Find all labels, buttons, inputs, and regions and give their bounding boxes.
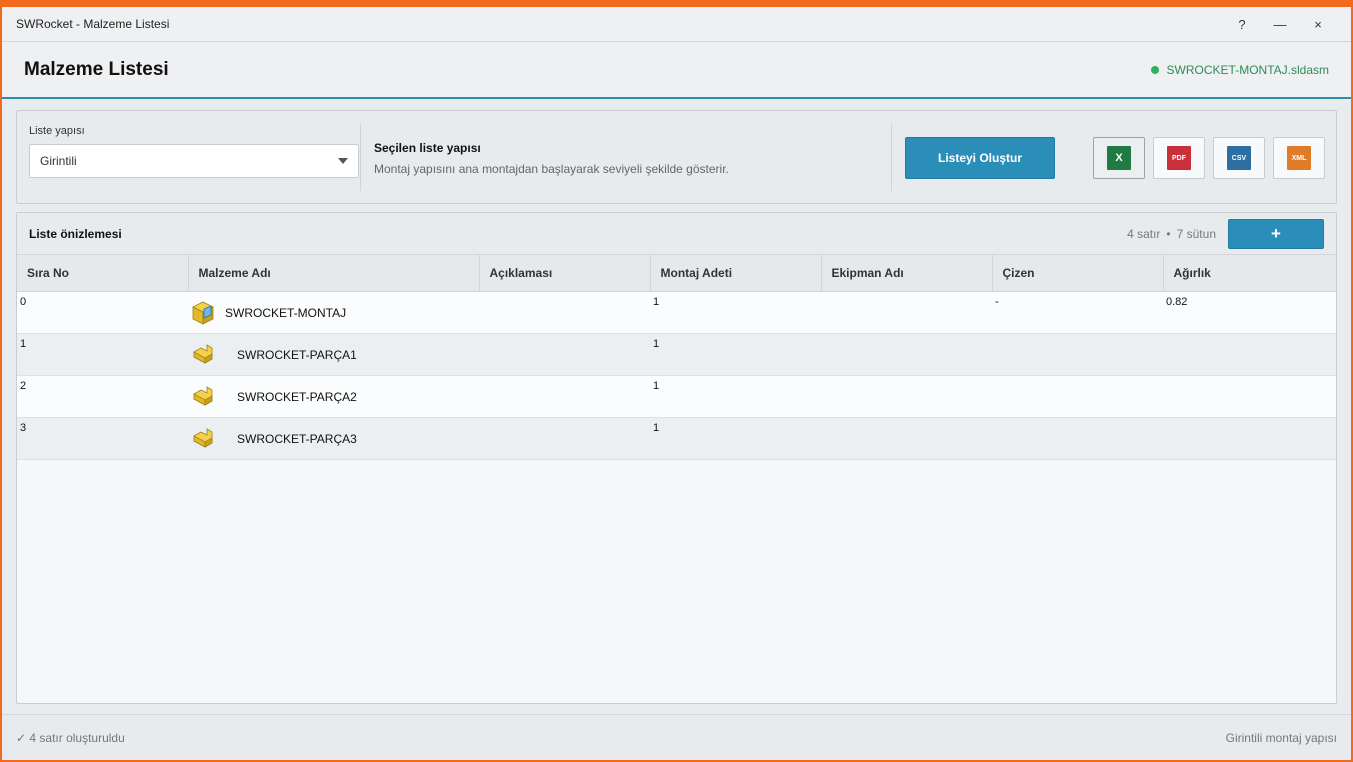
status-bar: ✓ 4 satır oluşturuldu Girintili montaj y…: [2, 714, 1351, 760]
pdf-icon: PDF: [1167, 146, 1191, 170]
table-row[interactable]: 3 SWROCKET-PARÇA3 1: [17, 417, 1336, 460]
csv-icon: CSV: [1227, 146, 1251, 170]
cell-no: 0: [17, 291, 188, 334]
part-icon: [193, 427, 213, 448]
name-cell: SWROCKET-PARÇA1: [191, 338, 476, 368]
cell-qty: 1: [650, 375, 821, 418]
bom-table: Sıra No Malzeme Adı Açıklaması Montaj Ad…: [17, 255, 1336, 460]
cell-equip: [821, 375, 992, 418]
help-button[interactable]: ?: [1223, 17, 1261, 32]
cell-weight: [1163, 333, 1336, 376]
cell-desc: [479, 333, 650, 376]
name-cell: SWROCKET-MONTAJ: [191, 296, 476, 326]
column-header-weight[interactable]: Ağırlık: [1163, 255, 1336, 292]
selected-structure-description: Montaj yapısını ana montajdan başlayarak…: [374, 162, 729, 176]
app-window: SWRocket - Malzeme Listesi ? — × Malzeme…: [0, 0, 1353, 762]
column-count: 7 sütun: [1176, 226, 1216, 241]
cell-name: SWROCKET-MONTAJ: [188, 291, 479, 334]
column-header-desc[interactable]: Açıklaması: [479, 255, 651, 292]
part-icon: [193, 343, 213, 364]
structure-select[interactable]: Girintili: [29, 144, 359, 178]
structure-select-value: Girintili: [40, 154, 77, 168]
table-row[interactable]: 1 SWROCKET-PARÇA1 1: [17, 333, 1336, 376]
cell-drawn: -: [992, 291, 1163, 334]
cell-weight: [1163, 417, 1336, 460]
cell-name: SWROCKET-PARÇA2: [188, 375, 479, 418]
preview-header: Liste önizlemesi 4 satır • 7 sütun +: [17, 213, 1336, 255]
cell-desc: [479, 291, 650, 334]
material-name: SWROCKET-MONTAJ: [225, 305, 347, 320]
part-icon: [193, 385, 213, 406]
structure-label: Liste yapısı: [29, 125, 85, 137]
active-file-name: SWROCKET-MONTAJ.sldasm: [1166, 62, 1329, 77]
material-name: SWROCKET-PARÇA2: [237, 389, 357, 404]
name-cell: SWROCKET-PARÇA3: [191, 422, 476, 452]
export-xml-button[interactable]: XML: [1273, 137, 1325, 179]
column-header-name[interactable]: Malzeme Adı: [188, 255, 480, 292]
table-header-row: Sıra No Malzeme Adı Açıklaması Montaj Ad…: [17, 255, 1336, 292]
add-row-button[interactable]: +: [1228, 218, 1324, 249]
preview-counts: 4 satır • 7 sütun: [1127, 227, 1216, 241]
material-name: SWROCKET-PARÇA1: [237, 347, 357, 362]
cell-equip: [821, 417, 992, 460]
status-message: ✓ 4 satır oluşturuldu: [16, 730, 125, 745]
selected-structure-title: Seçilen liste yapısı: [374, 141, 481, 155]
column-header-qty[interactable]: Montaj Adeti: [650, 255, 822, 292]
cell-qty: 1: [650, 333, 821, 376]
excel-icon: X: [1107, 146, 1131, 170]
export-excel-button[interactable]: X: [1093, 137, 1145, 179]
table-row[interactable]: 2 SWROCKET-PARÇA2 1: [17, 375, 1336, 418]
create-list-button[interactable]: Listeyi Oluştur: [905, 137, 1055, 179]
close-button[interactable]: ×: [1299, 17, 1337, 32]
chevron-down-icon: [338, 158, 348, 164]
cell-weight: 0.82: [1163, 291, 1336, 334]
cell-no: 2: [17, 375, 188, 418]
assembly-icon: [192, 301, 214, 325]
minimize-button[interactable]: —: [1261, 17, 1299, 32]
cell-no: 1: [17, 333, 188, 376]
table-row[interactable]: 0 SWROCKET-MONTAJ 1 - 0.82: [17, 291, 1336, 334]
column-header-equip[interactable]: Ekipman Adı: [821, 255, 993, 292]
list-preview-panel: Liste önizlemesi 4 satır • 7 sütun + Sır…: [16, 212, 1337, 704]
list-config-panel: Liste yapısı Girintili Seçilen liste yap…: [16, 110, 1337, 204]
cell-equip: [821, 291, 992, 334]
material-name: SWROCKET-PARÇA3: [237, 431, 357, 446]
row-count: 4 satır: [1127, 226, 1161, 241]
cell-name: SWROCKET-PARÇA1: [188, 333, 479, 376]
cell-weight: [1163, 375, 1336, 418]
column-header-no[interactable]: Sıra No: [17, 255, 189, 292]
cell-drawn: [992, 333, 1163, 376]
page-header: Malzeme Listesi SWROCKET-MONTAJ.sldasm: [2, 42, 1351, 99]
preview-title: Liste önizlemesi: [29, 226, 122, 241]
divider: [360, 123, 361, 191]
preview-meta: 4 satır • 7 sütun +: [1127, 218, 1324, 249]
cell-name: SWROCKET-PARÇA3: [188, 417, 479, 460]
xml-icon: XML: [1287, 146, 1311, 170]
count-separator: •: [1166, 226, 1171, 241]
cell-desc: [479, 375, 650, 418]
status-dot-icon: [1150, 65, 1159, 74]
column-header-drawn[interactable]: Çizen: [992, 255, 1164, 292]
export-csv-button[interactable]: CSV: [1213, 137, 1265, 179]
cell-no: 3: [17, 417, 188, 460]
name-cell: SWROCKET-PARÇA2: [191, 380, 476, 410]
status-structure: Girintili montaj yapısı: [1225, 730, 1337, 745]
title-bar: SWRocket - Malzeme Listesi ? — ×: [2, 7, 1351, 42]
export-pdf-button[interactable]: PDF: [1153, 137, 1205, 179]
cell-desc: [479, 417, 650, 460]
cell-qty: 1: [650, 417, 821, 460]
active-file-status: SWROCKET-MONTAJ.sldasm: [1150, 62, 1329, 77]
window-controls: ? — ×: [1223, 17, 1337, 32]
cell-qty: 1: [650, 291, 821, 334]
cell-drawn: [992, 417, 1163, 460]
cell-equip: [821, 333, 992, 376]
page-title: Malzeme Listesi: [24, 58, 169, 80]
window-title: SWRocket - Malzeme Listesi: [16, 17, 170, 31]
divider: [891, 123, 892, 191]
cell-drawn: [992, 375, 1163, 418]
